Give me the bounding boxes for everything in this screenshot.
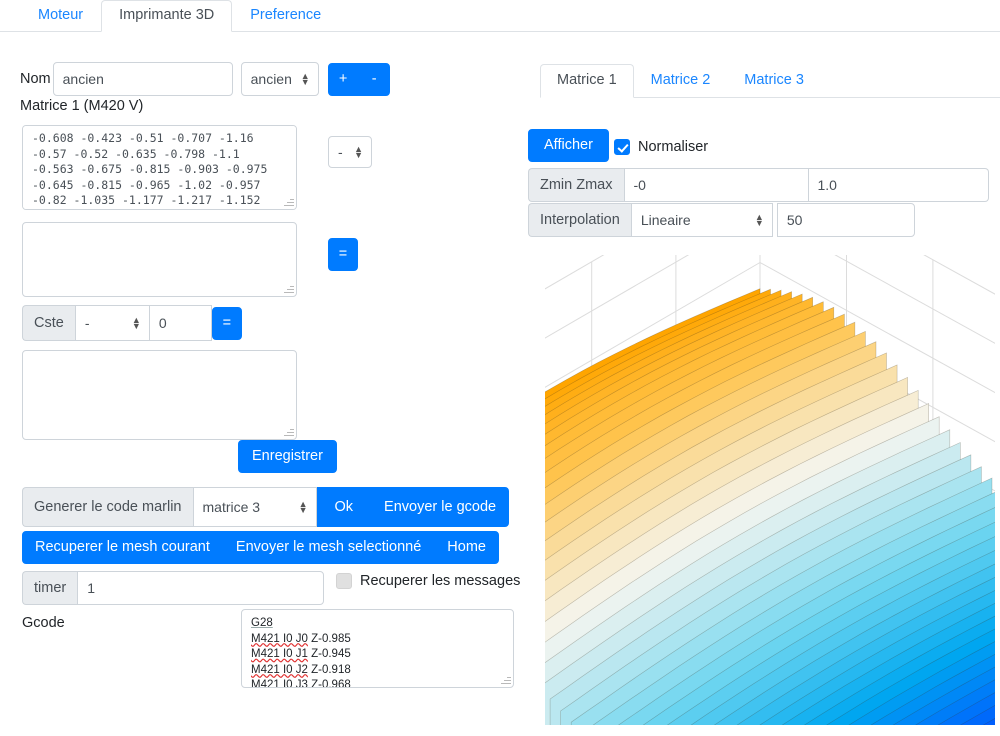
add-button[interactable]: + (327, 62, 359, 96)
cste-row: Cste - ▲▼ = (22, 305, 242, 341)
recuperer-mesh-button[interactable]: Recuperer le mesh courant (22, 531, 223, 564)
marlin-label: Generer le code marlin (22, 487, 193, 527)
nom-input[interactable] (52, 62, 233, 96)
cste-op-select-wrap: - ▲ ▼ (74, 305, 150, 341)
timer-label: timer (22, 571, 78, 605)
second-textarea-wrap (22, 222, 297, 297)
gcode-line-z: Z-0.918 (311, 663, 351, 676)
zmin-zmax-label: Zmin Zmax (528, 168, 624, 202)
checkbox-unchecked-icon[interactable] (336, 573, 352, 589)
cste-op-select[interactable]: - (74, 305, 150, 341)
zmax-input[interactable] (808, 168, 989, 202)
matrice-select-wrap: matrice 3 ▲ ▼ (192, 487, 317, 527)
surface-plot[interactable]: 0.20.40.60.81 050100150200250 0501001502… (545, 255, 995, 725)
tab-matrice-2[interactable]: Matrice 2 (634, 64, 728, 98)
mesh-button-row: Recuperer le mesh courant Envoyer le mes… (22, 531, 499, 564)
tab-matrice-3[interactable]: Matrice 3 (727, 64, 821, 98)
recuperer-messages-checkbox-row[interactable]: Recuperer les messages (336, 573, 520, 589)
add-remove-buttons: + - (327, 62, 390, 96)
gcode-line: M421 I0 J0 (251, 632, 308, 645)
cste-label: Cste (22, 305, 75, 341)
gcode-output-wrap: G28 M421 I0 J0 Z-0.985 M421 I0 J1 Z-0.94… (241, 609, 514, 688)
gcode-line-z: Z-0.985 (311, 632, 351, 645)
cste-value-input[interactable] (149, 305, 212, 341)
gcode-label: Gcode (22, 615, 65, 631)
matrix-textarea[interactable]: -0.608 -0.423 -0.51 -0.707 -1.16 -0.57 -… (22, 125, 297, 210)
interpolation-label: Interpolation (528, 203, 631, 237)
nom-select-wrap: ancien ▲ ▼ (233, 62, 319, 96)
equals-button-2[interactable]: = (211, 307, 242, 340)
afficher-button[interactable]: Afficher (528, 129, 609, 162)
tab-imprimante-3d[interactable]: Imprimante 3D (101, 0, 233, 32)
main-tab-bar: Moteur Imprimante 3D Preference (0, 0, 1000, 32)
tab-moteur[interactable]: Moteur (20, 0, 101, 32)
interpolation-select[interactable]: Lineaire (630, 203, 773, 237)
envoyer-gcode-button[interactable]: Envoyer le gcode (371, 487, 510, 527)
app-root: Moteur Imprimante 3D Preference Nom anci… (0, 0, 1000, 736)
nom-select[interactable]: ancien (240, 62, 319, 96)
remove-button[interactable]: - (358, 62, 390, 96)
gcode-output[interactable]: G28 M421 I0 J0 Z-0.985 M421 I0 J1 Z-0.94… (241, 609, 514, 688)
timer-input[interactable] (77, 571, 325, 605)
nom-label: Nom (20, 71, 51, 87)
ok-button[interactable]: Ok (316, 487, 372, 527)
surface-ribs (545, 288, 995, 725)
second-textarea[interactable] (22, 222, 297, 297)
timer-row: timer (22, 571, 325, 605)
marlin-row: Generer le code marlin matrice 3 ▲ ▼ Ok E… (22, 487, 510, 527)
zmin-zmax-row: Zmin Zmax (528, 168, 989, 202)
surface-plot-svg: 0.20.40.60.81 050100150200250 0501001502… (545, 255, 995, 725)
normaliser-label: Normaliser (638, 139, 709, 155)
gcode-line-z: Z-0.945 (311, 648, 351, 660)
gcode-line-z: Z-0.968 (311, 679, 351, 688)
zmin-input[interactable] (623, 168, 809, 202)
operation-select-wrap: - ▲ ▼ (328, 136, 372, 168)
equals-button-1[interactable]: = (328, 238, 358, 271)
matrice-title: Matrice 1 (M420 V) (20, 98, 144, 114)
normaliser-checkbox-row[interactable]: Normaliser (614, 139, 708, 155)
home-button[interactable]: Home (434, 531, 499, 564)
operation-select[interactable]: - (328, 136, 372, 168)
third-textarea-wrap (22, 350, 297, 440)
gcode-line: G28 (251, 617, 273, 629)
gcode-line: M421 I0 J1 (251, 648, 308, 660)
checkbox-checked-icon[interactable] (614, 139, 630, 155)
gcode-line: M421 I0 J3 (251, 679, 308, 688)
matrix-textarea-wrap: -0.608 -0.423 -0.51 -0.707 -1.16 -0.57 -… (22, 125, 297, 210)
interpolation-points-input[interactable] (776, 203, 915, 237)
matrice-tab-bar: Matrice 1 Matrice 2 Matrice 3 (540, 62, 1000, 98)
tab-preference[interactable]: Preference (232, 0, 339, 32)
matrice-select[interactable]: matrice 3 (192, 487, 317, 527)
enregistrer-button[interactable]: Enregistrer (238, 440, 337, 473)
interpolation-select-wrap: Lineaire ▲ ▼ (630, 203, 773, 237)
nom-row: Nom ancien ▲▼ + - (20, 62, 390, 96)
interpolation-row: Interpolation Lineaire ▲ ▼ (528, 203, 915, 237)
recuperer-messages-label: Recuperer les messages (360, 573, 521, 589)
envoyer-mesh-button[interactable]: Envoyer le mesh selectionné (222, 531, 435, 564)
gcode-line: M421 I0 J2 (251, 663, 308, 676)
third-textarea[interactable] (22, 350, 297, 440)
tab-matrice-1[interactable]: Matrice 1 (540, 64, 634, 98)
